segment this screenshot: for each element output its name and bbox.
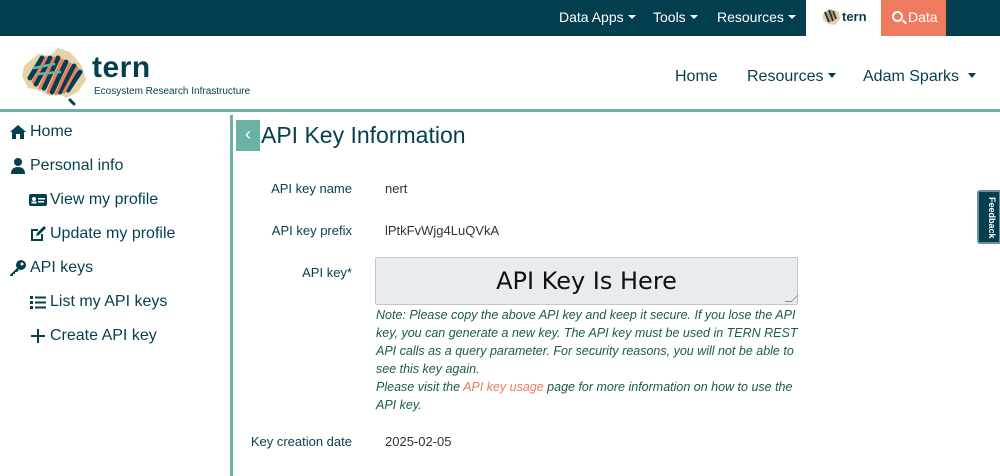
- id-card-icon: [29, 194, 47, 206]
- sidebar-item-api-keys[interactable]: API keys: [9, 259, 93, 277]
- note-visit-prefix: Please visit the: [376, 380, 464, 394]
- list-icon: [30, 296, 46, 309]
- sidebar-item-home[interactable]: Home: [9, 123, 73, 141]
- plus-icon: [31, 329, 45, 343]
- nav-resources[interactable]: Resources: [747, 68, 837, 86]
- sidebar-item-list-keys[interactable]: List my API keys: [29, 293, 167, 311]
- feedback-label: Feedback: [987, 197, 997, 239]
- sidebar-item-label: View my profile: [50, 191, 159, 208]
- key-creation-date-label: Key creation date: [250, 434, 352, 449]
- sidebar-item-label: API keys: [30, 259, 94, 276]
- caret-down-icon: [627, 15, 636, 20]
- sidebar-item-personal-info[interactable]: Personal info: [9, 157, 123, 175]
- data-button-label: Data: [908, 9, 938, 25]
- sidebar-item-label: List my API keys: [50, 293, 168, 310]
- logo-subtitle: Ecosystem Research Infrastructure: [94, 86, 251, 97]
- key-icon: [10, 260, 26, 276]
- sidebar-item-label: Create API key: [50, 327, 157, 344]
- tern-mini-logo-link[interactable]: tern: [806, 0, 881, 36]
- nav-user-label: Adam Sparks: [863, 68, 960, 85]
- data-apps-label: Data Apps: [559, 9, 624, 25]
- resize-grip-icon[interactable]: [784, 295, 799, 302]
- nav-user-menu[interactable]: Adam Sparks: [863, 68, 977, 86]
- sidebar: Home Personal info View my profile Updat…: [0, 115, 233, 476]
- logo-name: tern: [92, 51, 151, 84]
- nav-home-label: Home: [675, 68, 718, 85]
- sidebar-item-label: Home: [30, 123, 73, 140]
- chevron-left-icon: ‹: [245, 124, 251, 144]
- api-key-label: API key*: [302, 265, 352, 280]
- caret-down-icon: [968, 72, 977, 78]
- sidebar-item-label: Update my profile: [50, 225, 176, 242]
- caret-down-icon: [787, 15, 796, 20]
- home-icon: [10, 125, 26, 139]
- tern-logo-icon[interactable]: [20, 44, 90, 106]
- nav-resources-label: Resources: [747, 68, 824, 85]
- collapse-sidebar-button[interactable]: ‹: [236, 120, 260, 151]
- top-bar: Data Apps Tools Resources tern Data: [0, 0, 1000, 36]
- sidebar-item-update-profile[interactable]: Update my profile: [29, 225, 175, 243]
- resources-menu-top[interactable]: Resources: [717, 0, 796, 36]
- user-icon: [11, 158, 25, 174]
- api-key-textarea[interactable]: API Key Is Here: [375, 257, 799, 305]
- api-key-prefix-label: API key prefix: [271, 223, 352, 238]
- api-key-name-label: API key name: [271, 181, 352, 196]
- sidebar-item-view-profile[interactable]: View my profile: [29, 191, 158, 209]
- note-text: Note: Please copy the above API key and …: [376, 308, 798, 376]
- tools-menu[interactable]: Tools: [653, 0, 698, 36]
- tern-mini-logo-icon: [823, 9, 840, 25]
- api-key-name-value: nert: [385, 181, 408, 196]
- edit-icon: [31, 226, 46, 241]
- caret-down-icon: [828, 72, 837, 78]
- tools-label: Tools: [653, 9, 686, 25]
- sidebar-item-label: Personal info: [30, 157, 124, 174]
- page-title: API Key Information: [261, 122, 466, 148]
- data-apps-menu[interactable]: Data Apps: [559, 0, 636, 36]
- tern-mini-label: tern: [842, 9, 867, 24]
- main-header: tern Ecosystem Research Infrastructure H…: [0, 36, 1000, 112]
- caret-down-icon: [689, 15, 698, 20]
- key-creation-date-value: 2025-02-05: [385, 434, 452, 449]
- feedback-tab[interactable]: Feedback: [977, 190, 1000, 244]
- api-key-prefix-value: lPtkFvWjg4LuQVkA: [385, 223, 500, 238]
- api-key-note: Note: Please copy the above API key and …: [376, 306, 806, 414]
- nav-home[interactable]: Home: [675, 68, 718, 86]
- api-key-usage-link[interactable]: API key usage: [463, 380, 544, 394]
- sidebar-item-create-key[interactable]: Create API key: [29, 327, 157, 345]
- data-button[interactable]: Data: [881, 0, 946, 36]
- search-icon: [892, 11, 903, 22]
- resources-label: Resources: [717, 9, 784, 25]
- api-key-value: API Key Is Here: [496, 267, 677, 295]
